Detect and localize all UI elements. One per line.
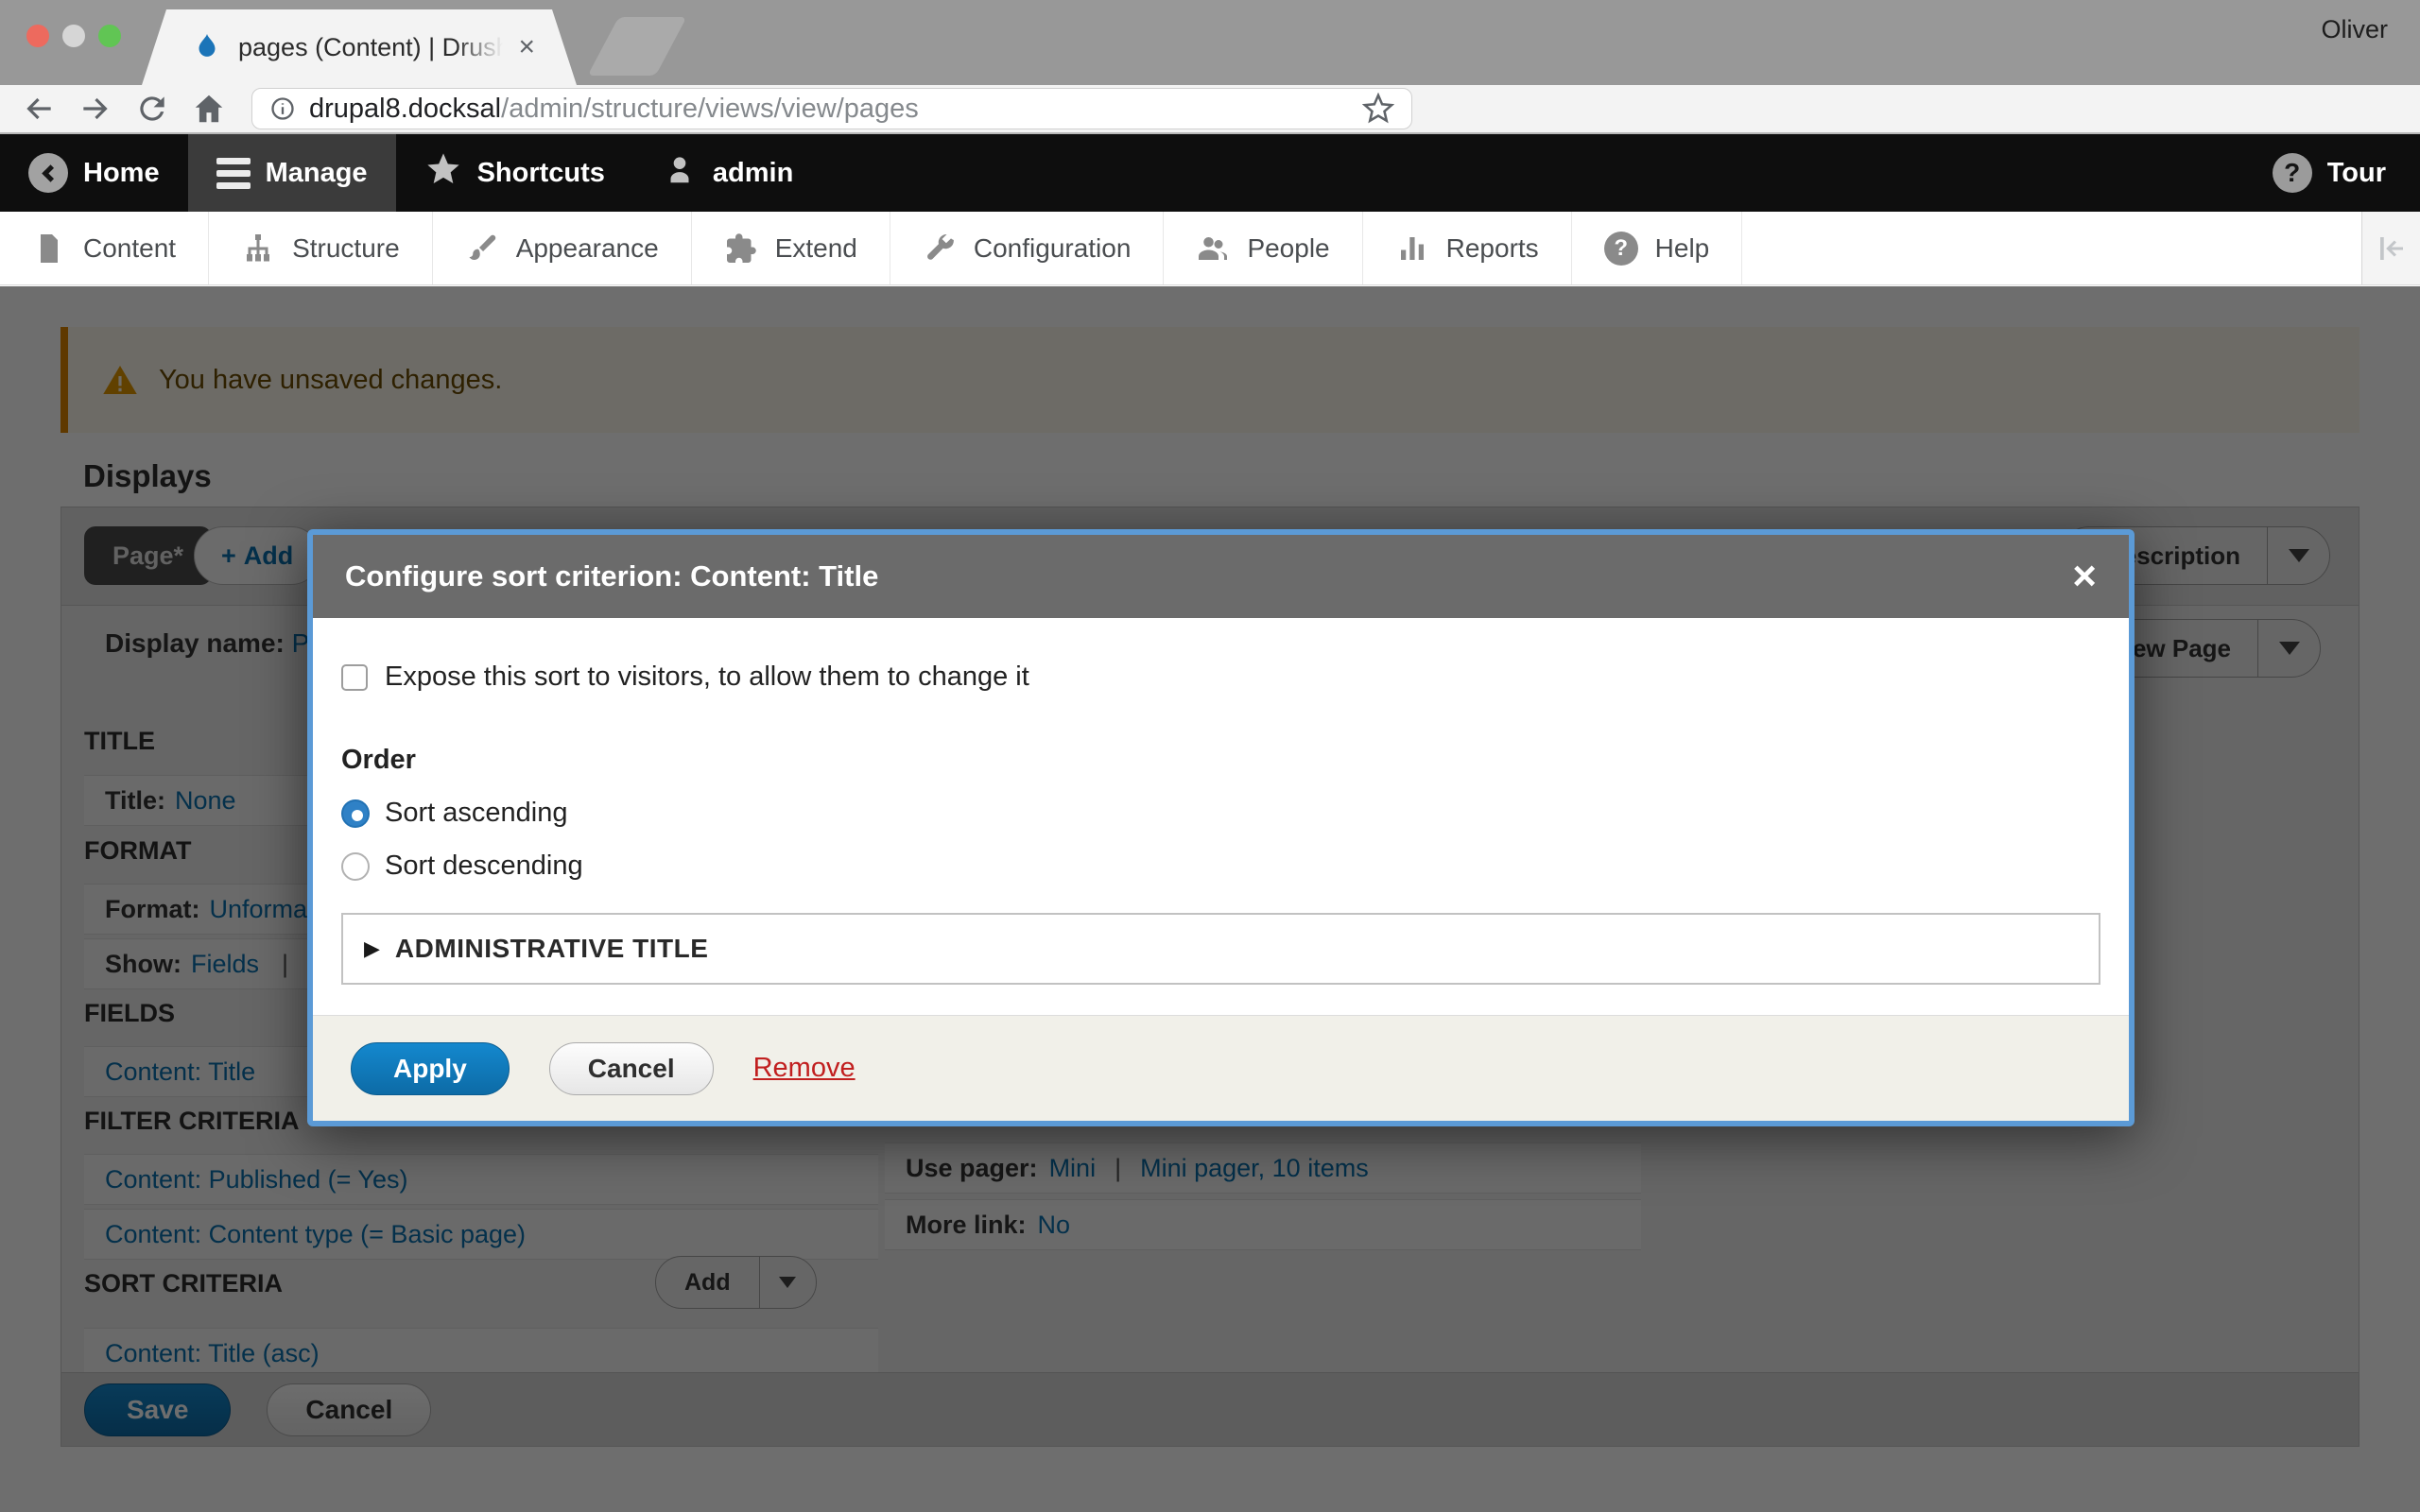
hamburger-icon [216, 158, 251, 189]
site-info-icon[interactable] [269, 95, 296, 122]
dialog-footer: Apply Cancel Remove [313, 1015, 2129, 1121]
drupal-favicon-icon [191, 31, 223, 63]
drupal-admin-menu: Content Structure Appearance Extend Conf… [0, 212, 2420, 285]
forward-icon[interactable] [78, 91, 113, 127]
sort-ascending-radio[interactable] [341, 799, 370, 828]
page-icon [32, 232, 66, 266]
back-to-site-icon [28, 153, 68, 193]
reload-icon[interactable] [134, 91, 170, 127]
menu-item-extend[interactable]: Extend [692, 212, 890, 284]
administrative-title-details[interactable]: ▶ ADMINISTRATIVE TITLE [341, 913, 2100, 985]
expose-sort-checkbox[interactable] [341, 664, 368, 691]
help-icon: ? [1604, 232, 1638, 266]
star-icon [424, 150, 462, 196]
url-text: drupal8.docksal/admin/structure/views/vi… [309, 94, 919, 125]
caret-right-icon: ▶ [364, 936, 380, 961]
minimize-window-button[interactable] [62, 25, 85, 47]
paintbrush-icon [465, 232, 499, 266]
close-icon[interactable]: × [2072, 556, 2097, 597]
collapse-toolbar-button[interactable] [2361, 212, 2420, 284]
user-icon [662, 151, 698, 195]
menu-item-appearance[interactable]: Appearance [433, 212, 692, 284]
sitemap-icon [241, 232, 275, 266]
sort-descending-radio[interactable] [341, 852, 370, 881]
toolbar-item-tour[interactable]: ? Tour [2238, 134, 2420, 212]
url-bar[interactable]: drupal8.docksal/admin/structure/views/vi… [251, 88, 1412, 129]
browser-address-bar: drupal8.docksal/admin/structure/views/vi… [0, 85, 2420, 134]
wrench-icon [923, 232, 957, 266]
back-icon[interactable] [21, 91, 57, 127]
tab-title: pages (Content) | Drush Site-In [238, 33, 503, 62]
dialog-title: Configure sort criterion: Content: Title [345, 559, 878, 593]
menu-item-structure[interactable]: Structure [209, 212, 433, 284]
puzzle-icon [724, 232, 758, 266]
home-icon[interactable] [191, 91, 227, 127]
dialog-header: Configure sort criterion: Content: Title… [313, 535, 2129, 618]
dialog-body: Expose this sort to visitors, to allow t… [313, 618, 2129, 1015]
expose-sort-row: Expose this sort to visitors, to allow t… [341, 662, 1029, 693]
order-label: Order [341, 745, 416, 776]
remove-link[interactable]: Remove [753, 1053, 856, 1084]
screen: pages (Content) | Drush Site-In × Oliver… [0, 0, 2420, 1512]
toolbar-item-admin[interactable]: admin [633, 134, 821, 212]
close-window-button[interactable] [26, 25, 49, 47]
tab-close-icon[interactable]: × [518, 33, 535, 61]
menu-item-help[interactable]: ? Help [1572, 212, 1743, 284]
question-icon: ? [2273, 153, 2312, 193]
menu-item-reports[interactable]: Reports [1363, 212, 1572, 284]
menu-item-content[interactable]: Content [0, 212, 209, 284]
people-icon [1196, 232, 1230, 266]
sort-ascending-row: Sort ascending [341, 798, 567, 829]
toolbar-item-manage[interactable]: Manage [188, 134, 396, 212]
browser-tab-bar: pages (Content) | Drush Site-In × Oliver [0, 0, 2420, 85]
url-host: drupal8.docksal [309, 94, 501, 124]
sort-descending-row: Sort descending [341, 850, 583, 882]
drupal-admin-toolbar: Home Manage Shortcuts admin ? Tour [0, 134, 2420, 212]
zoom-window-button[interactable] [98, 25, 121, 47]
url-path: /admin/structure/views/view/pages [501, 94, 919, 124]
toolbar-item-home[interactable]: Home [0, 134, 188, 212]
browser-tab[interactable]: pages (Content) | Drush Site-In × [142, 9, 577, 85]
configure-sort-dialog: Configure sort criterion: Content: Title… [307, 529, 2135, 1126]
bookmark-star-icon[interactable] [1362, 93, 1394, 125]
collapse-left-icon [2375, 232, 2409, 266]
bar-chart-icon [1395, 232, 1429, 266]
new-tab-button[interactable] [588, 17, 687, 76]
expose-sort-label: Expose this sort to visitors, to allow t… [385, 662, 1029, 693]
toolbar-item-shortcuts[interactable]: Shortcuts [396, 134, 633, 212]
browser-profile-name[interactable]: Oliver [2321, 15, 2388, 44]
menu-item-people[interactable]: People [1164, 212, 1362, 284]
dialog-cancel-button[interactable]: Cancel [549, 1042, 714, 1095]
apply-button[interactable]: Apply [351, 1042, 510, 1095]
menu-item-configuration[interactable]: Configuration [890, 212, 1165, 284]
